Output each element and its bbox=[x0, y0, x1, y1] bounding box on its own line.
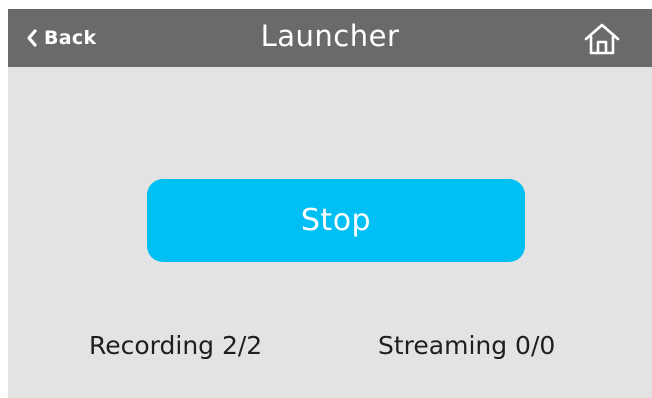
header-bar: Back Launcher bbox=[8, 9, 652, 67]
home-icon bbox=[582, 21, 622, 57]
back-button[interactable]: Back bbox=[26, 22, 96, 54]
streaming-status: Streaming 0/0 bbox=[378, 331, 556, 360]
back-button-label: Back bbox=[44, 27, 97, 49]
launcher-screen: Back Launcher Stop Recording 2/2 Streami… bbox=[8, 9, 652, 398]
home-button[interactable] bbox=[582, 21, 622, 57]
chevron-left-icon bbox=[26, 28, 38, 48]
recording-status: Recording 2/2 bbox=[89, 331, 263, 360]
stop-button[interactable]: Stop bbox=[147, 179, 525, 262]
stop-button-label: Stop bbox=[300, 203, 372, 238]
page-title: Launcher bbox=[260, 19, 400, 53]
